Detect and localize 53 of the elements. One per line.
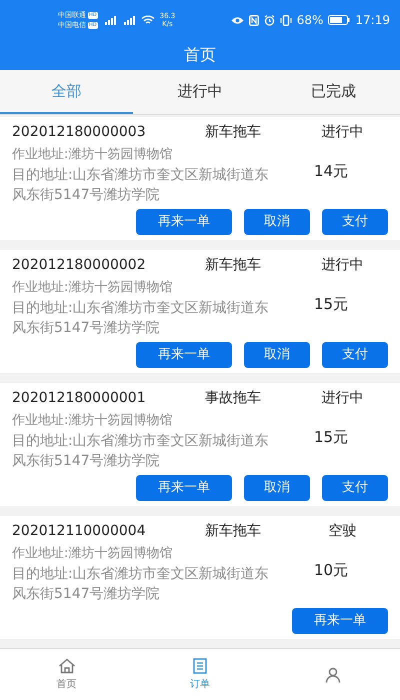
order-type: 新车拖车 [205,522,262,540]
tab[interactable]: 进行中 [133,70,267,114]
work-address: 作业地址:潍坊十笏园博物馆 [12,545,174,563]
tab[interactable]: 已完成 [266,70,400,114]
work-address: 作业地址:潍坊十笏园博物馆 [12,412,174,430]
order-price: 10元 [314,560,348,581]
nav-tab[interactable]: 订单 [133,649,267,700]
person-icon [325,666,342,682]
order-status: 空驶 [328,522,358,540]
alarm-icon [264,14,275,26]
order-type: 新车拖车 [205,122,262,142]
order-action-button[interactable]: 再来一单 [136,342,232,368]
battery-percent: 68% [296,12,324,29]
signal-icon [122,16,136,24]
order-action-button[interactable]: 取消 [244,475,310,501]
order-price: 15元 [314,294,348,315]
home-icon [58,658,76,674]
order-action-button[interactable]: 再来一单 [136,209,232,235]
work-address: 作业地址:潍坊十笏园博物馆 [12,279,174,297]
destination-address: 目的地址:山东省潍坊市奎文区新城街道东风东街5147号潍坊学院 [12,299,270,338]
status-time: 17:19 [355,12,390,29]
eye-icon [230,16,244,24]
wifi-icon [140,15,155,25]
destination-address: 目的地址:山东省潍坊市奎文区新城街道东风东街5147号潍坊学院 [12,432,270,471]
order-status: 进行中 [320,256,364,274]
order-price: 15元 [314,426,348,448]
order-status: 进行中 [320,122,364,142]
tab[interactable]: 全部 [0,70,134,114]
nfc-icon [248,14,259,26]
order-price: 14元 [314,160,348,182]
signal-icon [102,16,117,24]
order-number: 202012180000002 [12,256,147,274]
document-icon [192,658,207,674]
order-number: 202012110000004 [12,522,147,540]
order-action-button[interactable]: 取消 [244,342,310,368]
page-title: 首页 [184,44,216,66]
nav-tab[interactable]: 首页 [0,649,134,700]
order-action-button[interactable]: 支付 [322,475,388,501]
order-type: 新车拖车 [205,256,262,274]
vibrate-icon [280,14,292,26]
order-action-button[interactable]: 再来一单 [292,608,388,634]
work-address: 作业地址:潍坊十笏园博物馆 [12,146,174,164]
order-action-button[interactable]: 取消 [244,209,310,235]
order-action-button[interactable]: 再来一单 [136,475,232,501]
order-type: 事故拖车 [205,388,262,408]
destination-address: 目的地址:山东省潍坊市奎文区新城街道东风东街5147号潍坊学院 [12,166,270,205]
order-number: 202012180000003 [12,122,147,142]
battery-icon [328,15,350,25]
order-action-button[interactable]: 支付 [322,342,388,368]
order-number: 202012180000001 [12,388,147,408]
order-status: 进行中 [320,388,364,408]
order-action-button[interactable]: 支付 [322,209,388,235]
destination-address: 目的地址:山东省潍坊市奎文区新城街道东风东街5147号潍坊学院 [12,565,270,604]
